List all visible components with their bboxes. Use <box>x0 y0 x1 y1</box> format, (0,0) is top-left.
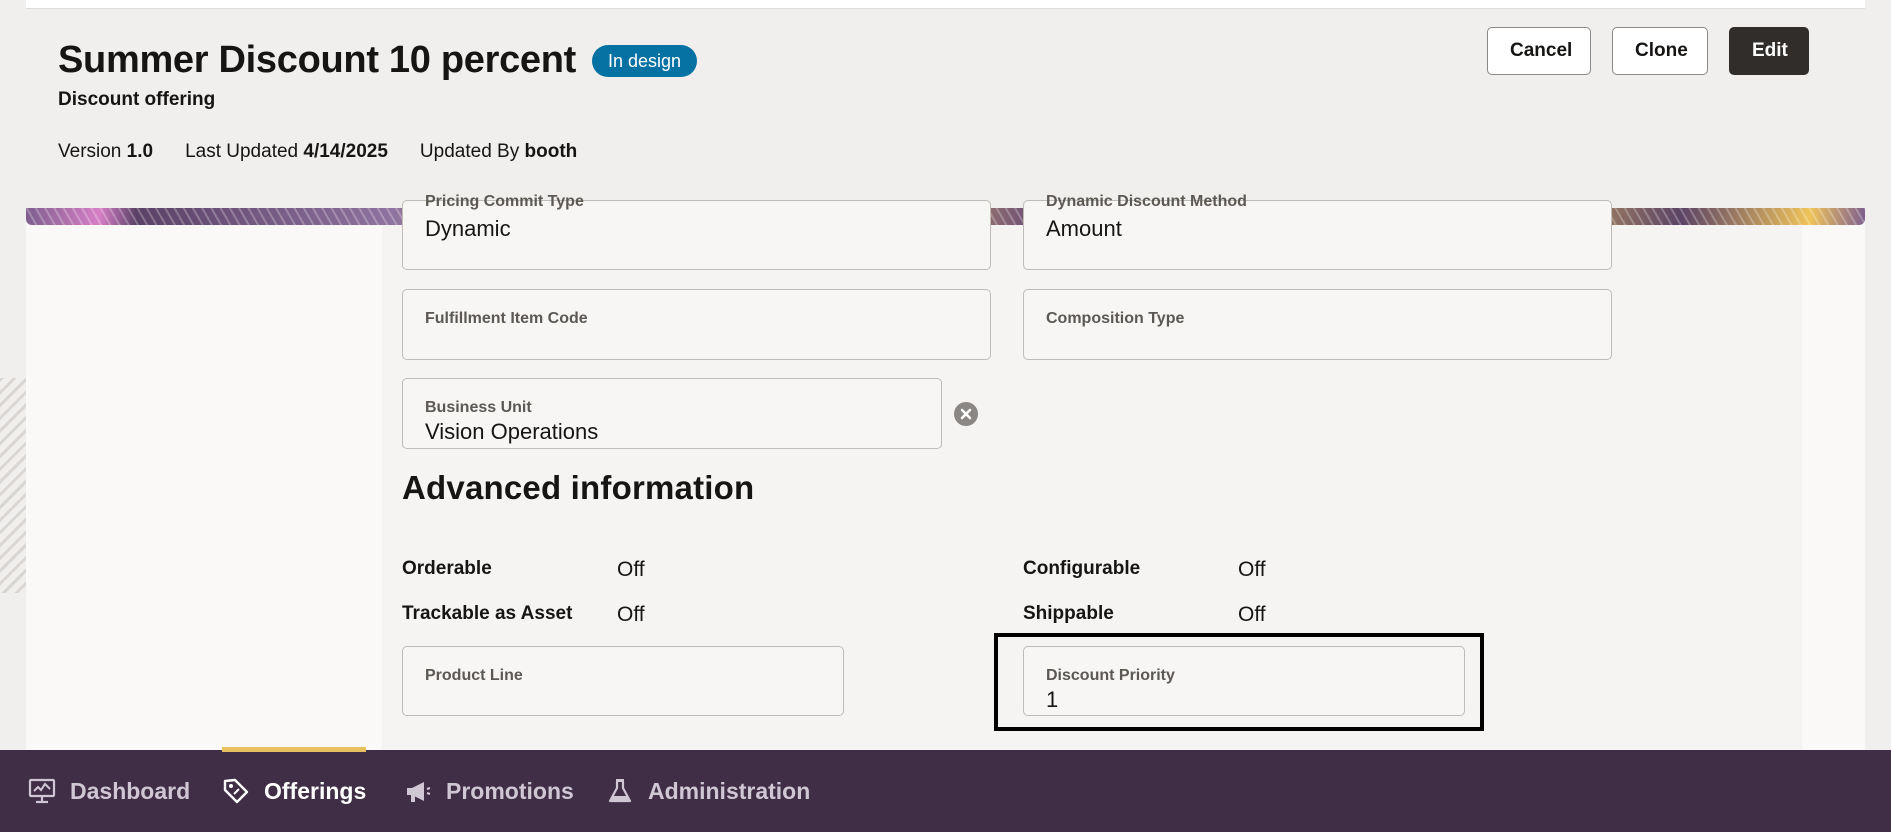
field-label: Composition Type <box>1046 310 1185 327</box>
nav-item-offerings[interactable]: Offerings <box>222 747 367 832</box>
shippable-value: Off <box>1238 603 1266 626</box>
pricing-commit-type-field[interactable]: Pricing Commit Type Dynamic <box>402 193 991 270</box>
nav-item-administration[interactable]: Administration <box>606 750 810 832</box>
trackable-as-asset-label: Trackable as Asset <box>402 603 573 624</box>
nav-label: Dashboard <box>70 777 191 804</box>
fulfillment-item-code-field[interactable]: Fulfillment Item Code <box>402 289 991 360</box>
tag-icon <box>223 778 249 804</box>
configurable-label: Configurable <box>1023 558 1141 579</box>
product-line-field[interactable]: Product Line <box>402 646 844 716</box>
discount-priority-field[interactable]: Discount Priority 1 <box>1023 646 1465 716</box>
last-updated-meta: Last Updated 4/14/2025 <box>185 141 388 162</box>
status-badge: In design <box>592 45 698 77</box>
nav-label: Promotions <box>446 777 574 804</box>
version-meta: Version 1.0 <box>58 141 154 162</box>
dashboard-icon <box>28 778 56 804</box>
background-left <box>0 0 26 750</box>
nav-item-dashboard[interactable]: Dashboard <box>28 750 190 832</box>
field-value: Dynamic <box>425 216 511 241</box>
field-label: Fulfillment Item Code <box>425 310 588 327</box>
megaphone-icon <box>407 782 431 802</box>
orderable-value: Off <box>617 558 645 581</box>
bottom-nav: Dashboard Offerings Promotions Administr… <box>0 747 1891 832</box>
field-value: 1 <box>1046 687 1059 712</box>
flask-icon <box>608 779 632 803</box>
meta-row: Version 1.0 Last Updated 4/14/2025 Updat… <box>58 141 577 163</box>
field-label: Discount Priority <box>1046 667 1175 684</box>
updated-by-value: booth <box>524 141 578 162</box>
nav-label: Offerings <box>264 777 367 804</box>
nav-item-promotions[interactable]: Promotions <box>404 750 574 832</box>
background-pattern <box>0 378 26 593</box>
field-value: Amount <box>1046 216 1122 241</box>
field-label: Product Line <box>425 667 523 684</box>
composition-type-field[interactable]: Composition Type <box>1023 289 1612 360</box>
orderable-label: Orderable <box>402 558 492 579</box>
updated-by-meta: Updated By booth <box>419 141 578 162</box>
configurable-value: Off <box>1238 558 1266 581</box>
field-value: Vision Operations <box>425 419 599 444</box>
advanced-information-heading: Advanced information <box>402 469 755 506</box>
dynamic-discount-method-field[interactable]: Dynamic Discount Method Amount <box>1023 193 1612 270</box>
shippable-label: Shippable <box>1023 603 1114 624</box>
field-label: Dynamic Discount Method <box>1046 193 1247 210</box>
business-unit-field[interactable]: Business Unit Vision Operations <box>402 378 942 449</box>
clear-icon[interactable] <box>954 402 978 426</box>
field-label: Business Unit <box>425 399 532 416</box>
field-label: Pricing Commit Type <box>425 193 584 210</box>
clone-button[interactable]: Clone <box>1612 27 1708 75</box>
trackable-as-asset-value: Off <box>617 603 645 626</box>
page-subtitle: Discount offering <box>58 89 216 110</box>
background-right <box>1865 0 1891 750</box>
cancel-button[interactable]: Cancel <box>1487 27 1591 75</box>
version-value: 1.0 <box>126 141 154 162</box>
edit-button[interactable]: Edit <box>1729 27 1809 75</box>
page-title: Summer Discount 10 percent <box>58 39 577 81</box>
last-updated-value: 4/14/2025 <box>303 141 388 162</box>
nav-label: Administration <box>648 777 811 804</box>
